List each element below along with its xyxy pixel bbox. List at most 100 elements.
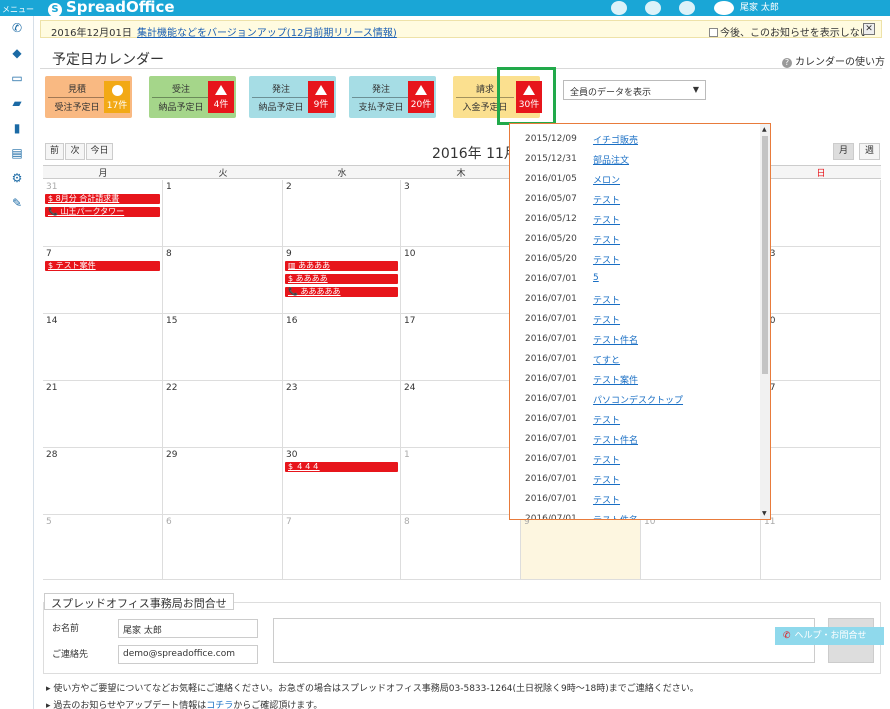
item-link[interactable]: テスト — [593, 453, 620, 466]
count-badge[interactable]: 20件 — [408, 81, 434, 113]
calendar-day[interactable]: 5 — [43, 515, 163, 580]
email-field[interactable]: demo@spreadoffice.com — [118, 645, 258, 664]
calendar-event[interactable]: $ テスト案件 — [45, 261, 160, 271]
item-link[interactable]: テスト案件 — [593, 373, 638, 386]
document-icon[interactable]: ▤ — [0, 141, 34, 166]
item-link[interactable]: テスト件名 — [593, 333, 638, 346]
item-link[interactable]: テスト — [593, 213, 620, 226]
tag-icon[interactable]: ◆ — [0, 41, 34, 66]
calendar-day[interactable]: 31 $ 8月分 合計請求書 📞 山王パークタワー — [43, 180, 163, 247]
item-link[interactable]: テスト — [593, 413, 620, 426]
card-icon[interactable]: ▭ — [0, 66, 34, 91]
item-link[interactable]: テスト — [593, 193, 620, 206]
help-contact-button[interactable]: ✆ ヘルプ・お問合せ — [775, 627, 884, 645]
status-tile[interactable]: 発注 納品予定日 9件 — [249, 76, 336, 118]
close-notice-button[interactable]: ✕ — [863, 23, 875, 35]
item-link[interactable]: 部品注文 — [593, 153, 629, 166]
archive-link[interactable]: コチラ — [206, 701, 233, 709]
calendar-day[interactable]: 28 — [43, 448, 163, 515]
calendar-day[interactable]: 20 — [761, 314, 881, 381]
item-link[interactable]: テスト件名 — [593, 513, 638, 519]
calendar-day[interactable]: 29 — [163, 448, 283, 515]
prev-month-button[interactable]: 前 — [45, 143, 64, 160]
calendar-day[interactable]: 11 — [761, 515, 881, 580]
hide-notice-checkbox[interactable]: 今後、このお知らせを表示しない — [709, 24, 870, 39]
phone-icon[interactable]: ✆ — [0, 16, 34, 41]
calendar-event[interactable]: $ ああああ — [285, 274, 398, 284]
count-badge[interactable]: 17件 — [104, 81, 130, 113]
message-textarea[interactable] — [273, 618, 815, 663]
calendar-day[interactable]: 30 $ ４４４ — [283, 448, 401, 515]
item-link[interactable]: 5 — [593, 273, 599, 283]
checkbox-icon[interactable] — [709, 28, 718, 37]
calendar-day[interactable]: 8 — [401, 515, 521, 580]
calendar-day[interactable]: 22 — [163, 381, 283, 448]
name-field[interactable]: 尾家 太郎 — [118, 619, 258, 638]
app-logo[interactable]: S SpreadOffice — [48, 0, 175, 17]
wrench-icon[interactable]: ✎ — [0, 191, 34, 216]
calendar-day[interactable]: 3 — [401, 180, 521, 247]
next-month-button[interactable]: 次 — [65, 143, 85, 160]
gear-icon[interactable]: ⚙ — [0, 166, 34, 191]
calendar-day[interactable]: 16 — [283, 314, 401, 381]
calendar-day[interactable]: 14 — [43, 314, 163, 381]
calendar-day[interactable]: 8 — [163, 247, 283, 314]
item-link[interactable]: パソコンデスクトップ — [593, 393, 683, 406]
chart-icon[interactable]: ▮ — [0, 116, 34, 141]
item-link[interactable]: テスト件名 — [593, 433, 638, 446]
user-menu[interactable]: 尾家 太郎 — [714, 0, 779, 16]
calendar-day[interactable]: 1 — [401, 448, 521, 515]
item-link[interactable]: メロン — [593, 173, 620, 186]
calendar-day[interactable]: 9 ▥ ああああ $ ああああ 📞 あああああ — [283, 247, 401, 314]
item-link[interactable]: てすと — [593, 353, 620, 366]
calendar-event[interactable]: 📞 山王パークタワー — [45, 207, 160, 217]
calendar-day[interactable]: 17 — [401, 314, 521, 381]
calendar-day[interactable]: 7 — [283, 515, 401, 580]
status-tile[interactable]: 見積 受注予定日 17件 — [45, 76, 132, 118]
item-link[interactable]: テスト — [593, 293, 620, 306]
notice-link[interactable]: 集計機能などをバージョンアップ(12月前期リリース情報) — [137, 24, 397, 39]
item-link[interactable]: イチゴ販売 — [593, 133, 638, 146]
notification-icon[interactable] — [645, 1, 661, 15]
item-link[interactable]: テスト — [593, 233, 620, 246]
calendar-day[interactable]: 15 — [163, 314, 283, 381]
calendar-day[interactable]: 13 — [761, 247, 881, 314]
calendar-day[interactable]: 2 — [283, 180, 401, 247]
item-link[interactable]: テスト — [593, 313, 620, 326]
calendar-event[interactable]: $ 8月分 合計請求書 — [45, 194, 160, 204]
item-link[interactable]: テスト — [593, 253, 620, 266]
scrollbar-thumb[interactable] — [762, 136, 768, 374]
calendar-day[interactable]: 24 — [401, 381, 521, 448]
calendar-event[interactable]: $ ４４４ — [285, 462, 398, 472]
calendar-day[interactable]: 1 — [163, 180, 283, 247]
count-badge[interactable]: 4件 — [208, 81, 234, 113]
calendar-event[interactable]: ▥ ああああ — [285, 261, 398, 271]
home-icon[interactable] — [611, 1, 627, 15]
scrollbar[interactable]: ▲ ▼ — [760, 124, 770, 519]
member-filter-select[interactable]: 全員のデータを表示 ▼ — [563, 80, 706, 100]
calendar-day[interactable]: 23 — [283, 381, 401, 448]
count-badge[interactable]: 9件 — [308, 81, 334, 113]
status-tile[interactable]: 発注 支払予定日 20件 — [349, 76, 436, 118]
calendar-day[interactable]: 21 — [43, 381, 163, 448]
scroll-up-icon[interactable]: ▲ — [762, 126, 767, 133]
today-button[interactable]: 今日 — [86, 143, 113, 160]
month-view-button[interactable]: 月 — [833, 143, 854, 160]
calendar-help-link[interactable]: ? カレンダーの使い方 — [782, 53, 885, 68]
folder-icon[interactable]: ▰ — [0, 91, 34, 116]
calendar-icon[interactable] — [679, 1, 695, 15]
calendar-day[interactable]: 6 — [761, 180, 881, 247]
calendar-day[interactable]: 6 — [163, 515, 283, 580]
calendar-event[interactable]: 📞 あああああ — [285, 287, 398, 297]
week-view-button[interactable]: 週 — [859, 143, 880, 160]
calendar-day[interactable]: 10 — [401, 247, 521, 314]
calendar-day[interactable]: 9 — [521, 515, 641, 580]
calendar-day[interactable]: 10 — [641, 515, 761, 580]
calendar-day[interactable]: 27 — [761, 381, 881, 448]
scroll-down-icon[interactable]: ▼ — [762, 510, 767, 517]
calendar-day[interactable]: 7 $ テスト案件 — [43, 247, 163, 314]
menu-label[interactable]: メニュー — [2, 4, 34, 15]
status-tile[interactable]: 受注 納品予定日 4件 — [149, 76, 236, 118]
item-link[interactable]: テスト — [593, 493, 620, 506]
calendar-day[interactable]: 4 — [761, 448, 881, 515]
